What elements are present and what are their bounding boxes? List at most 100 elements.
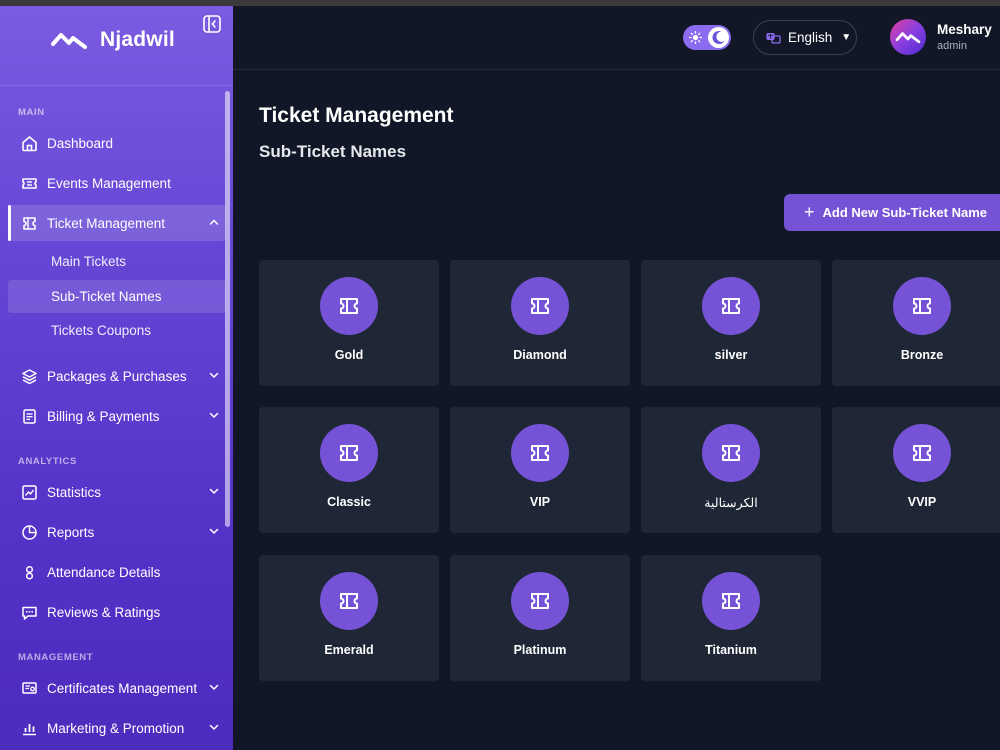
language-selector[interactable]: English ▼ [753,20,857,55]
home-icon [20,134,38,152]
brand-logo[interactable]: Njadwil [50,28,175,52]
sidebar-item-label: Dashboard [47,135,114,151]
sidebar-item-reports[interactable]: Reports [8,514,226,550]
sidebar-item-reviews[interactable]: Reviews & Ratings [8,594,226,630]
section-label-main: MAIN [18,107,45,118]
page-subtitle: Sub-Ticket Names [259,142,407,161]
receipt-icon [20,407,38,425]
pie-chart-icon [20,523,38,541]
sub-ticket-name: Titanium [705,643,757,657]
sidebar-item-packages[interactable]: Packages & Purchases [8,358,226,394]
sub-ticket-card[interactable]: Diamond [450,260,630,386]
page-title: Ticket Management [259,104,454,127]
ticket-icon [320,277,378,335]
ticket-icon [320,572,378,630]
sidebar-header: Njadwil [0,6,233,86]
ticket-icon [511,277,569,335]
chevron-down-icon [209,488,219,495]
top-header: English ▼ Meshary admin [233,6,1000,70]
chart-icon [20,483,38,501]
sidebar-item-label: Certificates Management [47,680,198,696]
users-icon [20,563,38,581]
sidebar-subitem-main-tickets[interactable]: Main Tickets [8,245,226,278]
sub-ticket-card[interactable]: VVIP [832,407,1000,533]
ticket-outline-icon [20,174,38,192]
sidebar-item-marketing[interactable]: Marketing & Promotion [8,710,226,746]
sidebar-subitem-sub-ticket-names[interactable]: Sub-Ticket Names [8,280,226,313]
ticket-icon [702,277,760,335]
sub-ticket-card[interactable]: Classic [259,407,439,533]
ticket-icon [893,277,951,335]
sub-ticket-name: Emerald [324,643,374,657]
layers-icon [20,367,38,385]
sidebar-item-events[interactable]: Events Management [8,165,226,201]
sub-ticket-name: silver [714,348,748,362]
ticket-icon [702,424,760,482]
brand-name: Njadwil [100,28,175,51]
sidebar-item-statistics[interactable]: Statistics [8,474,226,510]
user-name[interactable]: Meshary [937,22,992,37]
section-label-analytics: ANALYTICS [18,456,77,467]
sub-ticket-name: Gold [334,348,364,362]
add-button-label: Add New Sub-Ticket Name [822,205,987,220]
translate-icon [766,32,781,44]
ticket-icon [893,424,951,482]
sub-ticket-card[interactable]: Titanium [641,555,821,681]
plus-icon: + [804,201,815,222]
message-icon [20,603,38,621]
chevron-down-icon [209,724,219,731]
sidebar-item-ticket-management[interactable]: Ticket Management [8,205,226,241]
sub-ticket-name: Classic [327,495,371,509]
logo-icon [51,33,87,49]
sidebar-item-label: Statistics [47,484,102,500]
avatar[interactable] [890,19,926,55]
sub-ticket-name: Platinum [513,643,567,657]
sidebar-collapse-icon[interactable] [203,15,221,33]
add-sub-ticket-button[interactable]: + Add New Sub-Ticket Name [784,194,1000,231]
sidebar-item-attendance[interactable]: Attendance Details [8,554,226,590]
chevron-down-icon [209,528,219,535]
sidebar-item-label: Ticket Management [47,215,166,231]
sub-ticket-name: الكرستالية [704,496,758,510]
sun-icon [689,31,702,44]
sidebar-item-billing[interactable]: Billing & Payments [8,398,226,434]
sub-ticket-name: VIP [529,495,551,509]
ticket-icon [320,424,378,482]
sidebar-subitem-tickets-coupons[interactable]: Tickets Coupons [8,314,226,347]
logo-icon [895,32,921,44]
caret-down-icon: ▼ [841,32,852,43]
sub-ticket-card[interactable]: الكرستالية [641,407,821,533]
chevron-down-icon [209,412,219,419]
ticket-icon [20,214,38,232]
sidebar-item-label: Packages & Purchases [47,368,187,384]
bar-chart-icon [20,719,38,737]
sidebar: Njadwil MAIN Dashboard Events Management… [0,6,233,750]
chevron-down-icon [209,684,219,691]
sidebar-item-label: Reports [47,524,95,540]
sidebar-item-label: Marketing & Promotion [47,720,185,736]
language-label: English [788,30,833,45]
ticket-icon [511,572,569,630]
chevron-down-icon [209,372,219,379]
sub-ticket-card[interactable]: Platinum [450,555,630,681]
moon-icon [712,31,725,45]
sidebar-item-label: Reviews & Ratings [47,604,161,620]
user-role: admin [937,40,967,52]
ticket-icon [511,424,569,482]
sub-ticket-name: VVIP [907,495,937,509]
sub-ticket-card[interactable]: Gold [259,260,439,386]
sidebar-item-label: Events Management [47,175,171,191]
section-label-management: MANAGEMENT [18,652,94,663]
theme-toggle[interactable] [683,25,731,50]
sub-ticket-card[interactable]: Emerald [259,555,439,681]
sidebar-item-label: Attendance Details [47,564,161,580]
sub-ticket-card[interactable]: Bronze [832,260,1000,386]
ticket-icon [702,572,760,630]
sidebar-item-certificates[interactable]: Certificates Management [8,670,226,706]
sidebar-item-dashboard[interactable]: Dashboard [8,125,226,161]
chevron-up-icon [209,219,219,225]
sub-ticket-card[interactable]: VIP [450,407,630,533]
sub-ticket-name: Bronze [900,348,944,362]
certificate-icon [20,679,38,697]
sub-ticket-card[interactable]: silver [641,260,821,386]
